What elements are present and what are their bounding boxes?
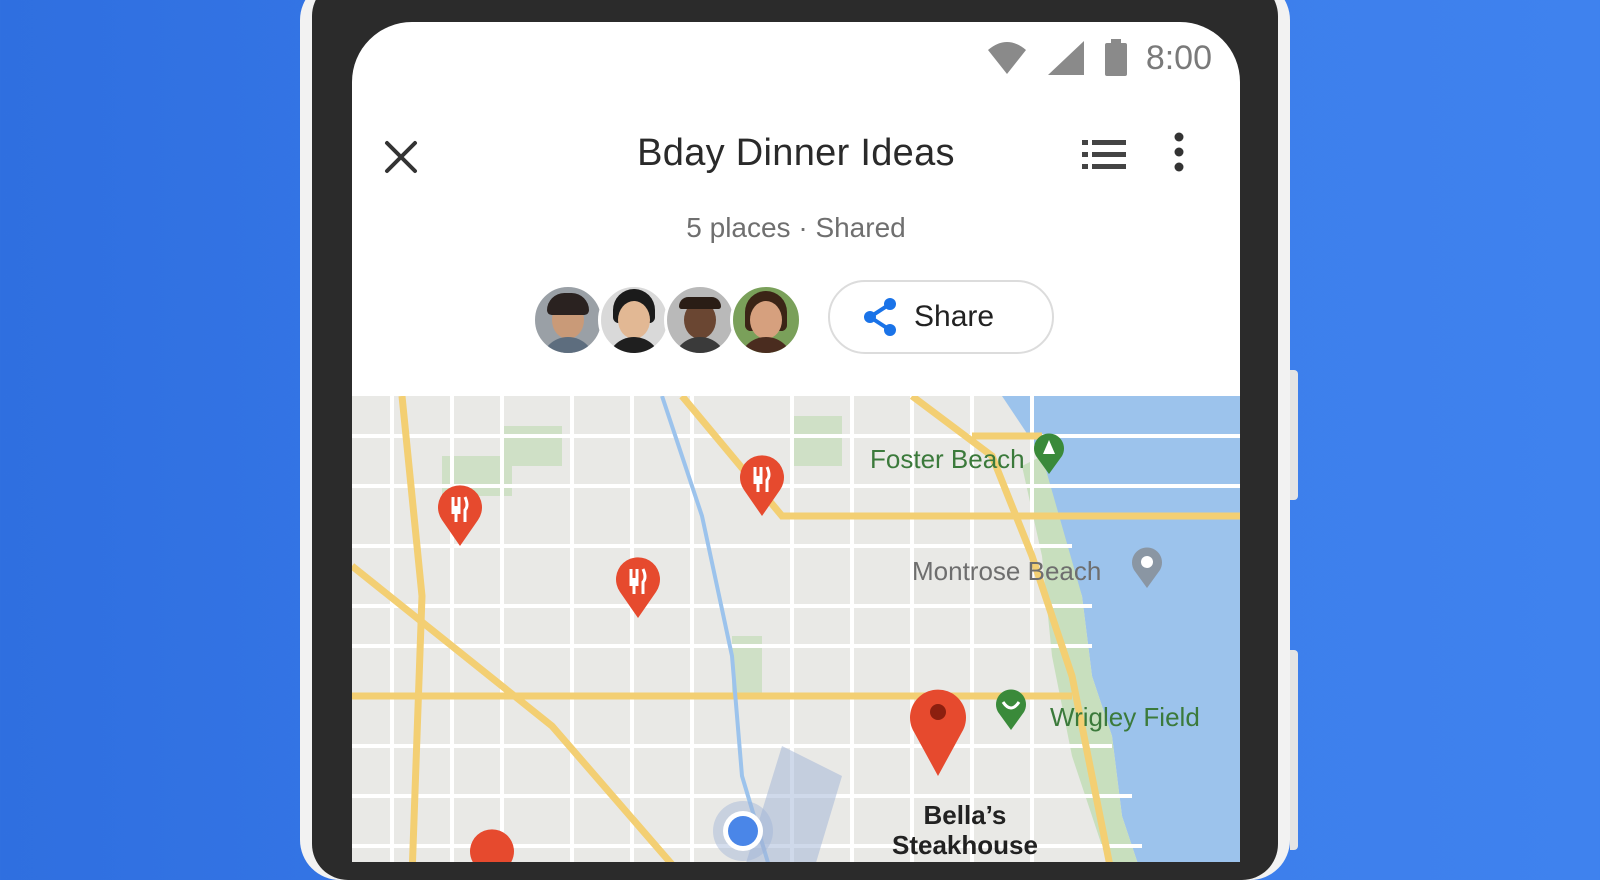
list-subtitle: 5 places · Shared	[686, 212, 906, 243]
list-view-icon	[1082, 140, 1126, 169]
more-options-button[interactable]	[1172, 132, 1202, 182]
signal-icon	[1046, 39, 1086, 77]
status-bar: 8:00	[986, 38, 1212, 78]
avatar[interactable]	[532, 284, 604, 356]
volume-button	[1290, 650, 1298, 850]
poi-montrose-beach[interactable]: Montrose Beach	[912, 556, 1101, 587]
poi-bellas-steakhouse[interactable]: Bella’s Steakhouse	[892, 800, 1038, 860]
collaborator-avatars[interactable]	[532, 284, 802, 356]
avatar[interactable]	[598, 284, 670, 356]
restaurant-pin-icon[interactable]	[738, 454, 786, 516]
my-location-icon[interactable]	[708, 796, 778, 862]
avatar[interactable]	[730, 284, 802, 356]
poi-wrigley-field[interactable]: Wrigley Field	[1050, 702, 1200, 733]
battery-icon	[1104, 39, 1128, 77]
place-pin-icon[interactable]	[1130, 546, 1164, 588]
selected-place-pin-icon[interactable]	[908, 684, 968, 776]
poi-bellas-line1: Bella’s	[923, 800, 1007, 830]
poi-foster-beach[interactable]: Foster Beach	[870, 444, 1025, 475]
park-pin-icon[interactable]	[1032, 432, 1066, 474]
restaurant-pin-icon[interactable]	[468, 828, 516, 862]
list-view-button[interactable]	[1082, 138, 1132, 178]
avatar[interactable]	[664, 284, 736, 356]
status-time: 8:00	[1145, 38, 1212, 77]
more-vert-icon	[1174, 132, 1184, 172]
share-icon	[864, 298, 896, 336]
poi-bellas-line2: Steakhouse	[892, 830, 1038, 860]
wifi-icon	[986, 40, 1028, 76]
share-button-label: Share	[914, 300, 995, 333]
share-button[interactable]: Share	[828, 280, 1054, 354]
map-canvas	[352, 396, 1240, 862]
power-button	[1290, 370, 1298, 500]
restaurant-pin-icon[interactable]	[436, 484, 484, 546]
restaurant-pin-icon[interactable]	[614, 556, 662, 618]
stadium-pin-icon[interactable]	[994, 688, 1028, 730]
app-bar: Bday Dinner Ideas	[352, 122, 1240, 192]
phone-screen: 8:00 Bday Dinner Ideas 5 places · Shared	[352, 22, 1240, 862]
map-view[interactable]: Foster Beach Montrose Beach Wrigley Fiel…	[352, 396, 1240, 862]
